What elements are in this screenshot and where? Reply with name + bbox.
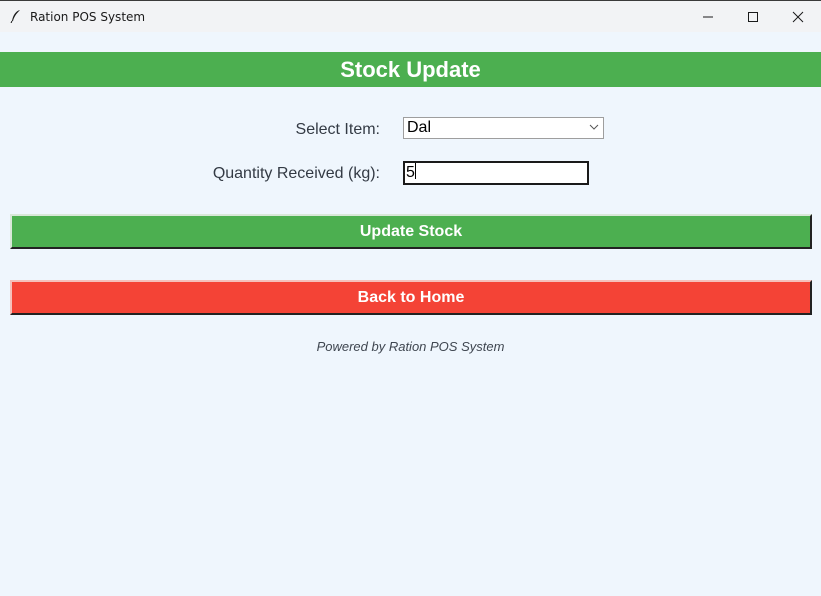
window-titlebar: Ration POS System xyxy=(0,0,821,32)
chevron-down-icon xyxy=(589,124,599,130)
maximize-button[interactable] xyxy=(730,1,776,32)
item-dropdown[interactable]: Dal xyxy=(403,117,604,139)
selected-item-value: Dal xyxy=(407,119,432,136)
quantity-input[interactable]: 5 xyxy=(403,161,589,185)
back-to-home-button[interactable]: Back to Home xyxy=(10,280,812,315)
maximize-icon xyxy=(748,11,758,22)
footer-text: Powered by Ration POS System xyxy=(316,339,505,354)
page-title: Stock Update xyxy=(0,52,821,87)
minimize-button[interactable] xyxy=(685,1,731,32)
select-item-label: Select Item: xyxy=(295,121,380,138)
feather-icon xyxy=(10,9,22,24)
quantity-value: 5 xyxy=(406,164,415,181)
close-icon xyxy=(792,11,804,22)
text-caret xyxy=(414,163,416,179)
close-button[interactable] xyxy=(775,1,821,32)
minimize-icon xyxy=(703,16,713,17)
quantity-label: Quantity Received (kg): xyxy=(212,165,380,182)
window-title: Ration POS System xyxy=(30,10,146,24)
update-stock-button[interactable]: Update Stock xyxy=(10,214,812,249)
